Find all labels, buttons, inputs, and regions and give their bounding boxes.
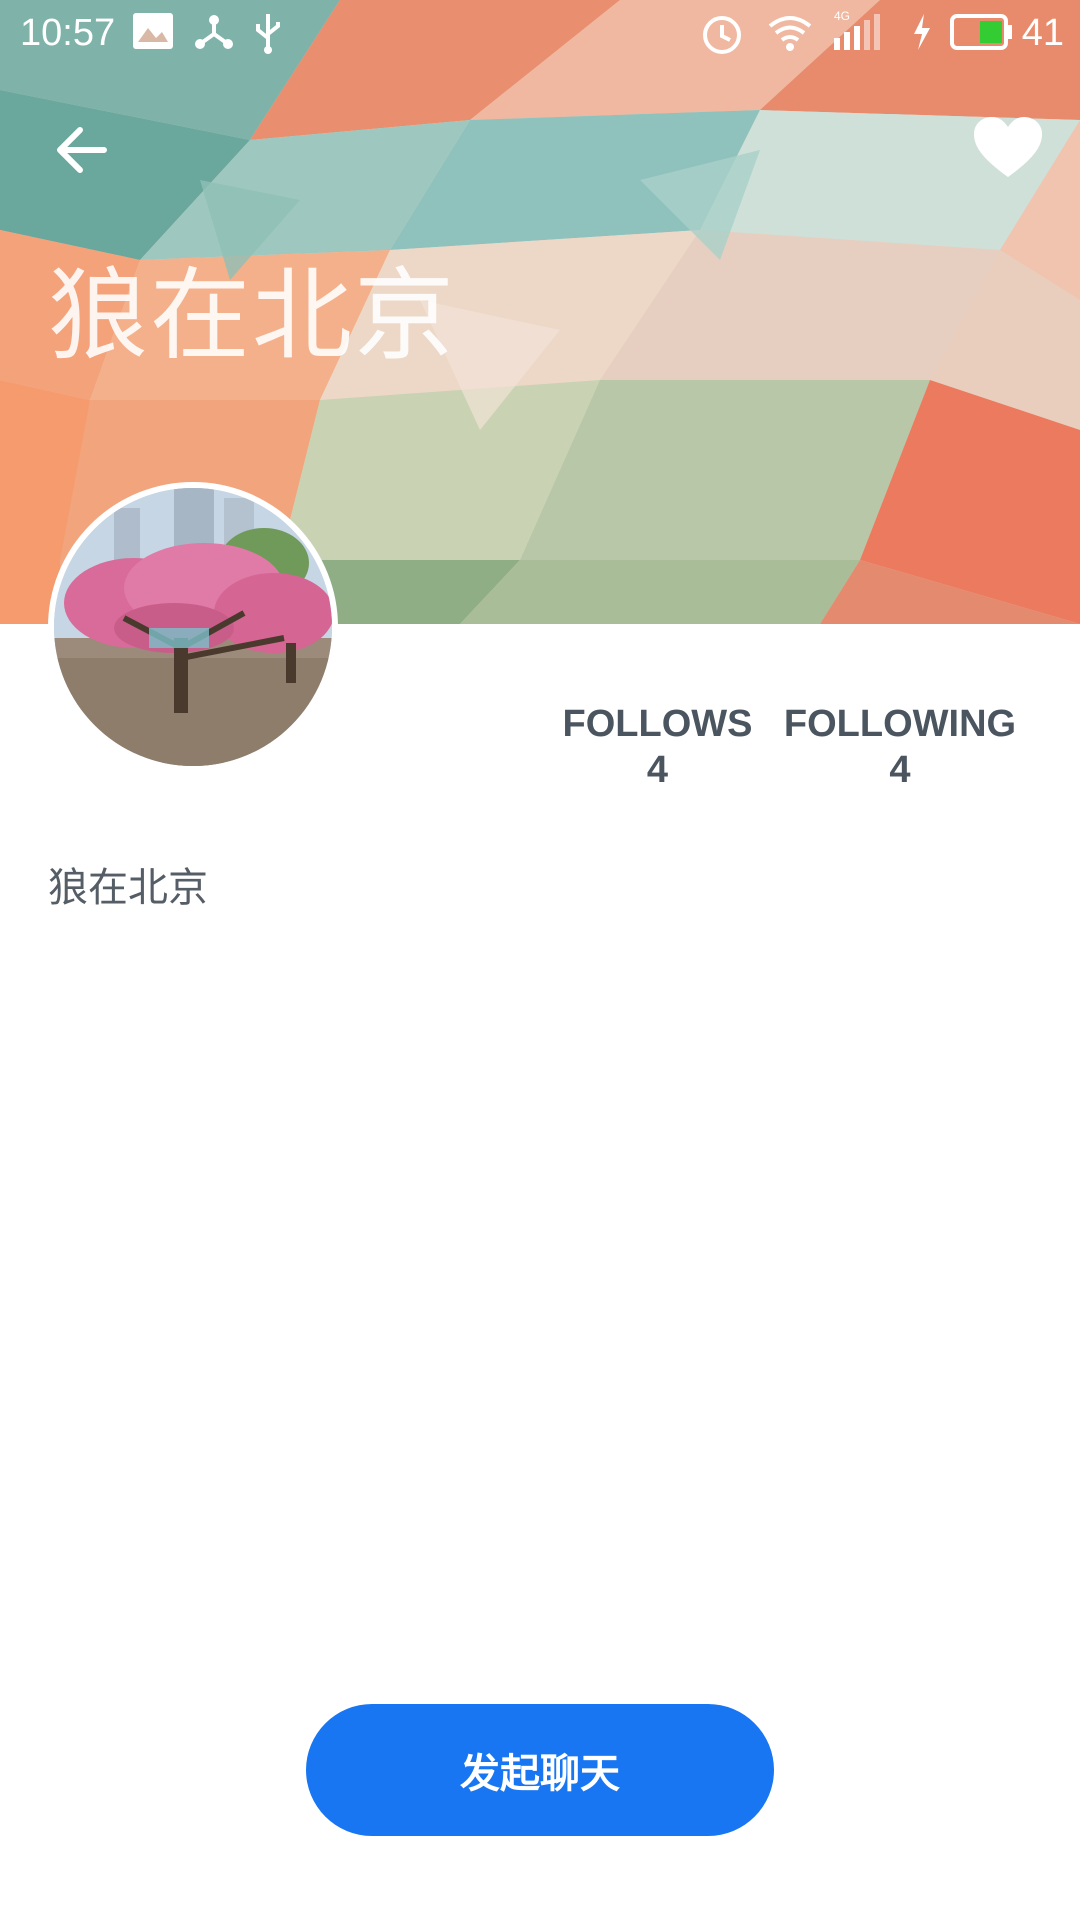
heart-icon [974, 117, 1042, 177]
following-count: 4 [889, 749, 911, 791]
image-icon [132, 12, 174, 55]
status-time: 10:57 [20, 12, 116, 54]
back-button[interactable] [50, 115, 120, 185]
status-bar: 10:57 4G 41 [0, 0, 1080, 66]
start-chat-button[interactable]: 发起聊天 [306, 1704, 774, 1836]
avatar-photo [54, 488, 332, 766]
following-stat[interactable]: FOLLOWING 4 [780, 702, 1020, 792]
network-type-label: 4G [834, 9, 850, 23]
avatar[interactable] [48, 482, 338, 772]
favorite-button[interactable] [972, 115, 1044, 181]
page-title: 狼在北京 [48, 257, 456, 374]
signal-icon: 4G [832, 8, 892, 57]
alarm-icon [700, 12, 744, 61]
battery-icon [950, 12, 1014, 57]
charging-icon [910, 12, 934, 57]
share-icon [194, 12, 234, 57]
usb-icon [252, 12, 284, 59]
follows-label: FOLLOWS [562, 703, 753, 745]
profile-bio: 狼在北京 [48, 865, 208, 911]
following-label: FOLLOWING [783, 703, 1017, 745]
battery-percent: 41 [1021, 12, 1064, 54]
follows-count: 4 [646, 749, 669, 791]
arrow-left-icon [57, 127, 107, 173]
wifi-icon [766, 12, 814, 57]
follows-stat[interactable]: FOLLOWS 4 [555, 702, 760, 792]
